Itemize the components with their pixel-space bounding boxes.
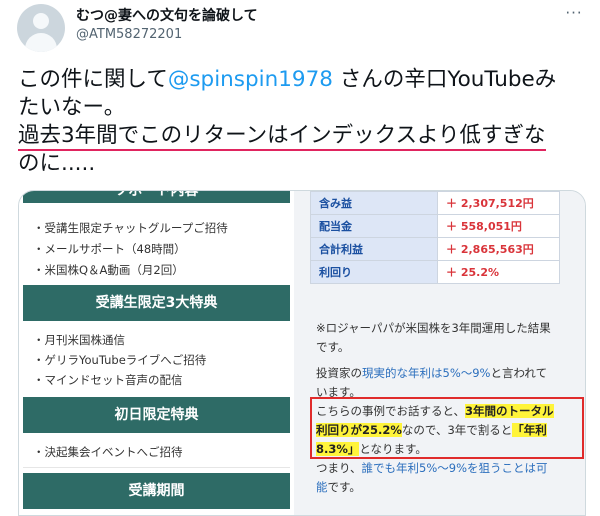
p1-line1: ※ロジャーパパが米国株を3年間運用した結果 [316, 321, 551, 335]
tweet-line2: たいなー。 [18, 95, 126, 120]
divider [23, 467, 290, 468]
table-row: 配当金＋ 558,051円 [310, 214, 560, 238]
tweet-text: この件に関して@spinspin1978 さんの辛口YouTubeみ たいなー。… [18, 66, 588, 178]
list-item: ・マインドセット音声の配信 [33, 373, 183, 387]
results-table: 含み益＋ 2,307,512円 配当金＋ 558,051円 合計利益＋ 2,86… [310, 191, 560, 284]
list-item: ・受講生限定チャットグループご招待 [33, 221, 228, 235]
table-row: 合計利益＋ 2,865,563円 [310, 237, 560, 261]
p4-blue: 誰でも年利5%〜9%を狙うことは可 [361, 461, 548, 475]
tweet-line3: 過去3年間でこのリターンはインデックスより低すぎな [18, 123, 546, 151]
highlight-box [310, 397, 584, 459]
list-item: ・ゲリラYouTubeライブへご招待 [33, 353, 207, 367]
band-first-day: 初日限定特典 [23, 397, 290, 433]
mention-link[interactable]: @spinspin1978 [168, 67, 333, 92]
p1-line2: です。 [316, 340, 350, 354]
table-row: 利回り＋ 25.2% [310, 260, 560, 284]
tweet-line4: のに..... [18, 151, 96, 176]
table-value: ＋ 25.2% [437, 260, 560, 284]
paragraph-1: ※ロジャーパパが米国株を3年間運用した結果 です。 [316, 319, 578, 357]
band-bonus: 受講生限定3大特典 [23, 285, 290, 321]
table-label: 配当金 [310, 214, 438, 238]
list-item: ・メールサポート（48時間） [33, 242, 186, 256]
table-value: ＋ 2,865,563円 [437, 237, 560, 261]
avatar-head-shape [33, 13, 49, 29]
table-value: ＋ 558,051円 [437, 214, 560, 238]
image-left-panel: ソポート内容 ・受講生限定チャットグループご招待 ・メールサポート（48時間） … [19, 191, 294, 515]
paragraph-4: つまり、誰でも年利5%〜9%を狙うことは可 能です。 [316, 459, 578, 497]
table-label: 含み益 [310, 191, 438, 215]
p2-b: と言われて [490, 366, 548, 380]
p4-a: つまり、 [316, 461, 362, 475]
image-right-panel: 含み益＋ 2,307,512円 配当金＋ 558,051円 合計利益＋ 2,86… [294, 191, 585, 515]
p2-a: 投資家の [316, 366, 362, 380]
tweet-line1-after: さんの辛口YouTubeみ [332, 67, 557, 92]
p2-blue: 現実的な年利は5%〜9% [362, 366, 491, 380]
tweet-image[interactable]: ソポート内容 ・受講生限定チャットグループご招待 ・メールサポート（48時間） … [18, 190, 586, 516]
list-item: ・米国株Q＆A動画（月2回） [33, 263, 184, 277]
author-handle[interactable]: @ATM58272201 [76, 27, 182, 42]
list-item: ・月刊米国株通信 [33, 333, 125, 347]
band-period: 受講期間 [23, 473, 290, 509]
table-label: 合計利益 [310, 237, 438, 261]
more-icon[interactable]: ··· [562, 4, 586, 24]
avatar[interactable] [17, 4, 65, 52]
table-row: 含み益＋ 2,307,512円 [310, 191, 560, 215]
band-support: ソポート内容 [23, 191, 290, 203]
table-label: 利回り [310, 260, 438, 284]
avatar-body-shape [25, 33, 57, 52]
table-value: ＋ 2,307,512円 [437, 191, 560, 215]
tweet-line1-before: この件に関して [18, 67, 168, 92]
p4-b: です。 [327, 480, 361, 494]
list-item: ・決起集会イベントへご招待 [33, 445, 183, 459]
author-name[interactable]: むつ@妻への文句を論破して [76, 5, 258, 25]
p4-blue-2: 能 [316, 480, 328, 494]
